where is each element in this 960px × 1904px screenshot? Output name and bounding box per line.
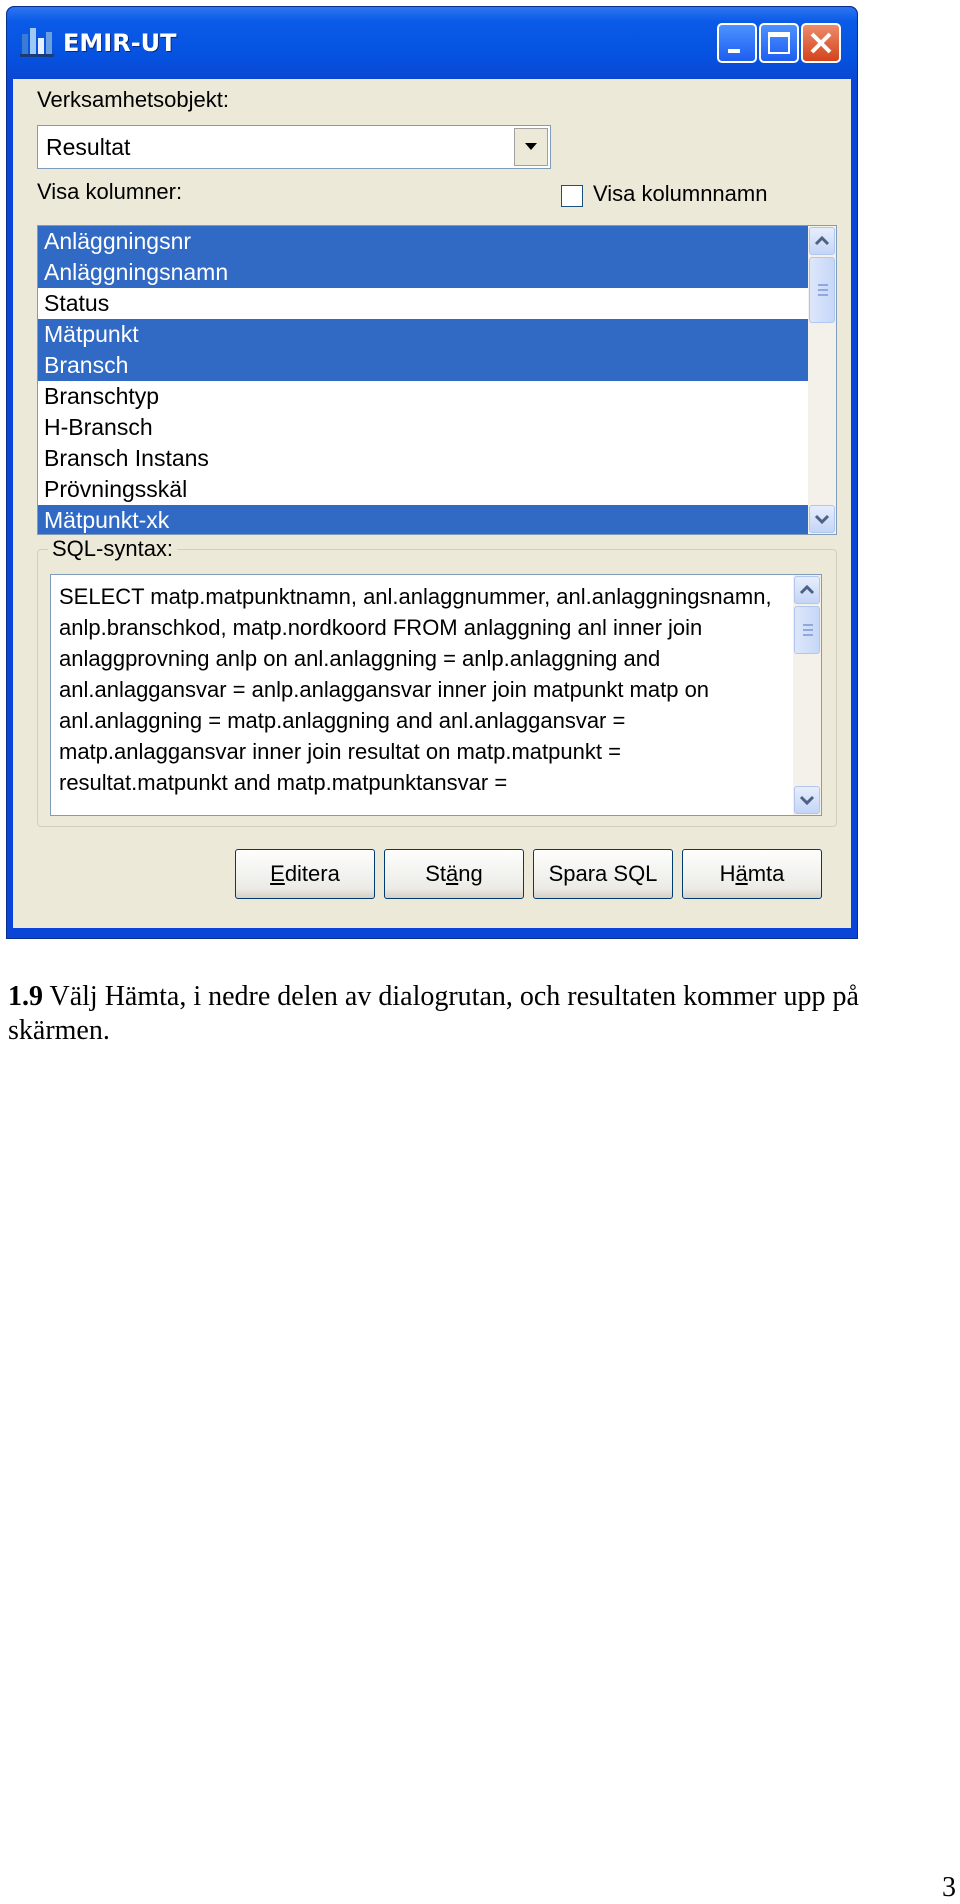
- scroll-thumb[interactable]: [794, 606, 820, 654]
- caption: 1.9 Välj Hämta, i nedre delen av dialogr…: [8, 980, 958, 1048]
- business-object-label: Verksamhetsobjekt:: [37, 87, 229, 112]
- close-button[interactable]: Stäng: [384, 849, 524, 899]
- list-item[interactable]: Bransch: [38, 350, 808, 381]
- scroll-down-icon: [814, 514, 830, 525]
- dialog-client-area: Verksamhetsobjekt: Resultat Visa kolumne…: [13, 79, 851, 928]
- list-item[interactable]: Mätpunkt: [38, 319, 808, 350]
- column-list: Anläggningsnr Anläggningsnamn Status Mätpun…: [38, 226, 808, 534]
- scroll-up-button[interactable]: [809, 227, 835, 255]
- maximize-icon: [768, 32, 790, 54]
- edit-button[interactable]: Editera: [235, 849, 375, 899]
- list-item[interactable]: Branschtyp: [38, 381, 808, 412]
- show-columns-label: Visa kolumner:: [37, 179, 183, 204]
- scroll-thumb[interactable]: [809, 257, 835, 323]
- maximize-button[interactable]: [759, 23, 799, 63]
- scroll-up-icon: [814, 235, 830, 246]
- minimize-icon: [728, 49, 740, 53]
- app-icon[interactable]: [20, 24, 54, 58]
- business-object-value: Resultat: [46, 134, 131, 160]
- page-number: 3: [942, 1872, 956, 1903]
- sql-textarea[interactable]: SELECT matp.matpunktnamn, anl.anlaggnumm…: [50, 574, 822, 816]
- sql-text: SELECT matp.matpunktnamn, anl.anlaggnumm…: [59, 584, 778, 795]
- columns-listbox[interactable]: Anläggningsnr Anläggningsnamn Status Mätpun…: [37, 225, 837, 535]
- minimize-button[interactable]: [717, 23, 757, 63]
- business-object-select[interactable]: Resultat: [37, 125, 551, 169]
- list-item[interactable]: H-Bransch: [38, 412, 808, 443]
- close-icon: [810, 32, 832, 54]
- scroll-up-icon: [799, 584, 815, 595]
- list-item[interactable]: Prövningsskäl: [38, 474, 808, 505]
- list-item[interactable]: Anläggningsnr: [38, 226, 808, 257]
- list-item[interactable]: Status: [38, 288, 808, 319]
- dropdown-arrow-icon: [525, 143, 537, 150]
- scroll-up-button[interactable]: [794, 576, 820, 604]
- close-window-button[interactable]: [801, 23, 841, 63]
- list-item[interactable]: Bransch Instans: [38, 443, 808, 474]
- save-sql-button[interactable]: Spara SQL: [533, 849, 673, 899]
- dropdown-button[interactable]: [514, 128, 548, 166]
- columns-scrollbar[interactable]: [808, 226, 836, 534]
- caption-step: 1.9: [8, 981, 43, 1012]
- sql-syntax-label: SQL-syntax:: [48, 536, 178, 562]
- list-item[interactable]: Mätpunkt-xk: [38, 505, 808, 534]
- sql-syntax-group: SQL-syntax: SELECT matp.matpunktnamn, an…: [37, 536, 837, 827]
- scroll-down-icon: [799, 795, 815, 806]
- show-column-names-checkbox[interactable]: [561, 185, 583, 207]
- window-title: EMIR-UT: [63, 29, 177, 57]
- sql-scrollbar[interactable]: [793, 575, 821, 815]
- caption-text: Välj Hämta, i nedre delen av dialogrutan…: [8, 981, 859, 1046]
- show-column-names-label[interactable]: Visa kolumnnamn: [593, 181, 767, 207]
- scroll-down-button[interactable]: [794, 786, 820, 814]
- emir-ut-dialog: EMIR-UT Verksamhetsobjekt: Resultat Visa…: [6, 6, 858, 939]
- scroll-down-button[interactable]: [809, 505, 835, 533]
- fetch-button[interactable]: Hämta: [682, 849, 822, 899]
- title-bar[interactable]: EMIR-UT: [7, 7, 857, 79]
- list-item[interactable]: Anläggningsnamn: [38, 257, 808, 288]
